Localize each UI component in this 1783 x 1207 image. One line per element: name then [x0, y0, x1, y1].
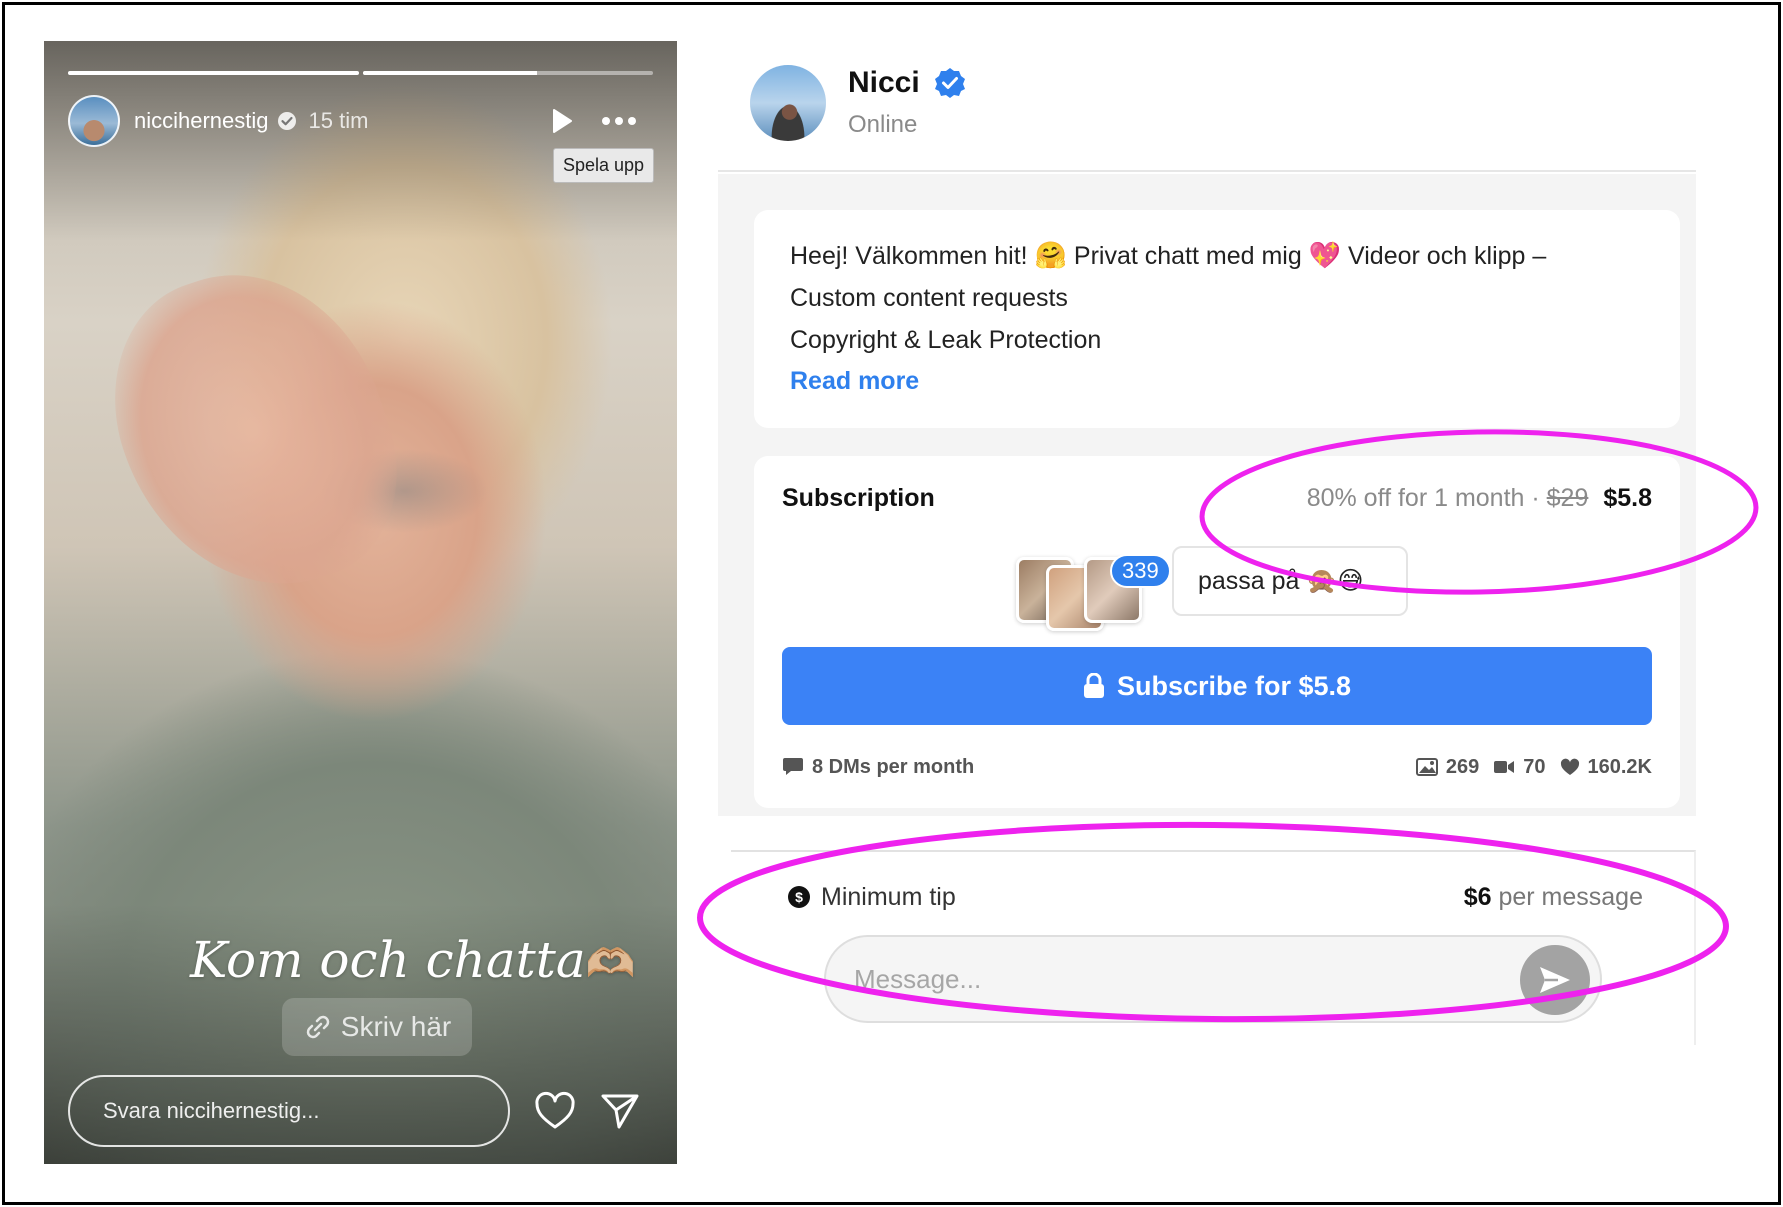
- link-sticker-label: Skriv här: [340, 1011, 452, 1042]
- minimum-tip-row: $ Minimum tip $6 per message: [787, 880, 1643, 914]
- story-caption: Kom och chatta🫶🏼: [190, 931, 635, 989]
- play-icon[interactable]: [547, 107, 575, 135]
- story-reply-input[interactable]: Svara niccihernestig...: [68, 1075, 510, 1147]
- avatar[interactable]: [750, 65, 826, 141]
- verified-icon: [277, 112, 296, 130]
- photo-count: 269: [1415, 755, 1480, 779]
- heart-hands-emoji: 🫶🏼: [585, 941, 636, 987]
- new-price: $5.8: [1603, 484, 1652, 512]
- subscription-card: Subscription 80% off for 1 month · $29 $…: [754, 456, 1680, 808]
- heart-icon[interactable]: [534, 1091, 576, 1131]
- avatar[interactable]: [68, 95, 120, 147]
- story-time: 15 tim: [308, 108, 369, 133]
- read-more-link[interactable]: Read more: [790, 367, 1644, 396]
- bio-card: Heej! Välkommen hit! 🤗 Privat chatt med …: [754, 210, 1680, 428]
- bio-text: Privat chatt med mig: [1073, 242, 1302, 270]
- dms-info: 8 DMs per month: [782, 756, 974, 779]
- progress-segment: [68, 71, 359, 75]
- tip-amount: $6: [1463, 882, 1492, 911]
- bio-line: Copyright & Leak Protection: [790, 326, 1102, 354]
- online-status: Online: [848, 111, 918, 138]
- link-sticker[interactable]: Skriv här: [282, 998, 472, 1056]
- lock-icon: [1083, 673, 1104, 698]
- tip-label: Minimum tip: [821, 882, 956, 911]
- story-username[interactable]: niccihernestig: [134, 108, 269, 134]
- progress-segment: [362, 71, 653, 75]
- video-camera-icon: [1494, 761, 1515, 773]
- dms-text: 8 DMs per month: [812, 755, 975, 778]
- subscribe-label: Subscribe for $5.8: [1116, 670, 1352, 701]
- heart-emoji: 💖: [1308, 240, 1342, 270]
- subscription-offer: 80% off for 1 month · $29 $5.8: [1307, 484, 1652, 513]
- subscription-stats: 8 DMs per month 269 70 160.2K: [782, 752, 1652, 782]
- message-input[interactable]: Message...: [824, 935, 1602, 1023]
- dollar-icon: $: [788, 886, 810, 908]
- story-viewer[interactable]: niccihernestig 15 tim Spela upp Kom och …: [44, 41, 677, 1164]
- send-icon: [1540, 967, 1570, 993]
- tip-unit: per message: [1498, 882, 1643, 911]
- heart-icon: [1560, 758, 1579, 775]
- video-count: 70: [1493, 755, 1546, 779]
- link-icon: [306, 1015, 329, 1039]
- like-count: 160.2K: [1560, 755, 1653, 779]
- profile-body: Heej! Välkommen hit! 🤗 Privat chatt med …: [718, 174, 1696, 816]
- media-stats: 269 70 160.2K: [1415, 755, 1653, 779]
- story-progress: [68, 71, 653, 75]
- story-photo: [80, 238, 428, 624]
- message-placeholder: Message...: [854, 963, 982, 994]
- comment-bubble[interactable]: passa på 🙊😅: [1172, 546, 1408, 616]
- count-badge: 339: [1110, 554, 1171, 588]
- subscribe-button[interactable]: Subscribe for $5.8: [782, 647, 1652, 725]
- story-header: niccihernestig 15 tim: [68, 95, 653, 147]
- verified-icon: [935, 68, 965, 98]
- chat-bubble-icon: [783, 758, 803, 775]
- svg-text:$: $: [795, 889, 803, 905]
- image-icon: [1415, 758, 1438, 776]
- like-count-value: 160.2K: [1587, 755, 1653, 778]
- message-composer: $ Minimum tip $6 per message Message...: [731, 850, 1696, 1045]
- caption-text: Kom och chatta: [190, 931, 586, 989]
- offer-text: 80% off for 1 month ·: [1306, 484, 1540, 512]
- profile-name: Nicci: [848, 66, 920, 99]
- bio-line: Heej! Välkommen hit! 🤗 Privat chatt med …: [790, 234, 1644, 277]
- play-tooltip: Spela upp: [553, 148, 655, 183]
- profile-header: Nicci Online: [718, 41, 1696, 172]
- tip-value: $6 per message: [1464, 883, 1643, 912]
- photo-count-value: 269: [1445, 755, 1480, 778]
- hug-emoji: 🤗: [1034, 240, 1067, 270]
- subscription-title: Subscription: [782, 484, 935, 512]
- more-icon[interactable]: [599, 107, 639, 135]
- send-icon[interactable]: [600, 1091, 640, 1131]
- old-price: $29: [1546, 484, 1589, 512]
- creator-profile-panel: Nicci Online Heej! Välkommen hit! 🤗 Priv…: [718, 41, 1696, 1045]
- bio-text: Heej! Välkommen hit!: [790, 242, 1028, 270]
- video-count-value: 70: [1523, 755, 1546, 778]
- bio-line: Custom content requests: [790, 284, 1068, 312]
- bio-text: Videor och klipp –: [1348, 242, 1547, 270]
- send-button[interactable]: [1520, 945, 1590, 1015]
